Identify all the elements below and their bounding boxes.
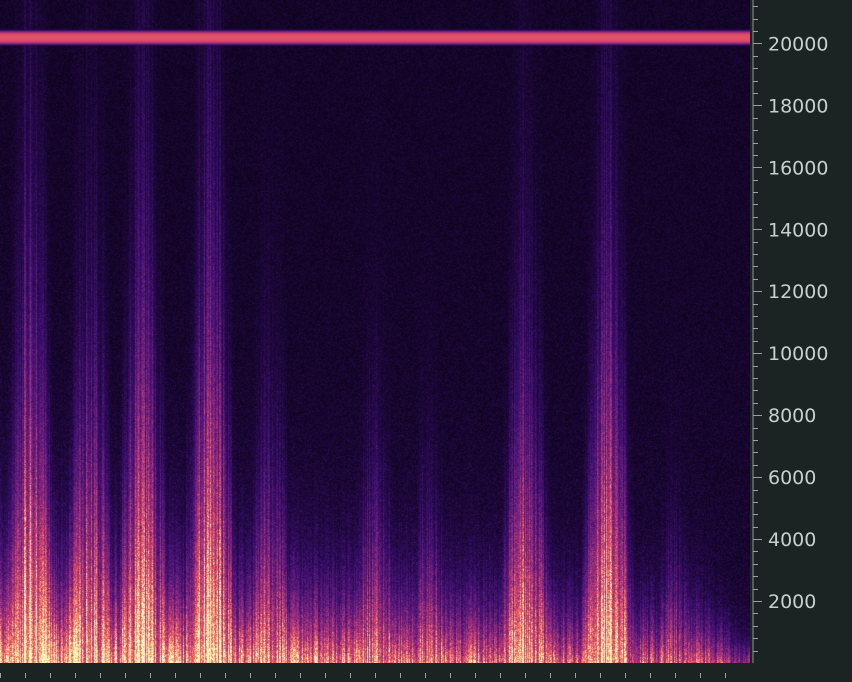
frequency-axis-svg: 2000 4000 6000 8000 10000 12000 14000 16000 1800…: [752, 0, 828, 663]
spectrogram-plot: [0, 0, 750, 663]
y-tick-label: 4000: [768, 529, 816, 551]
y-tick-label: 20000: [768, 33, 828, 55]
y-tick-label: 8000: [768, 405, 816, 427]
y-tick-label: 18000: [768, 95, 828, 117]
time-ruler: [0, 663, 751, 678]
y-tick-label: 10000: [768, 343, 828, 365]
y-tick-label: 2000: [768, 591, 816, 613]
y-tick-label: 12000: [768, 281, 828, 303]
y-tick-label: 14000: [768, 219, 828, 241]
y-tick-label: 6000: [768, 467, 816, 489]
frequency-axis: 2000 4000 6000 8000 10000 12000 14000 16000 1800…: [750, 0, 852, 668]
spectrogram-image: [0, 0, 750, 663]
y-tick-label: 16000: [768, 157, 828, 179]
time-ruler-svg: [0, 673, 751, 678]
